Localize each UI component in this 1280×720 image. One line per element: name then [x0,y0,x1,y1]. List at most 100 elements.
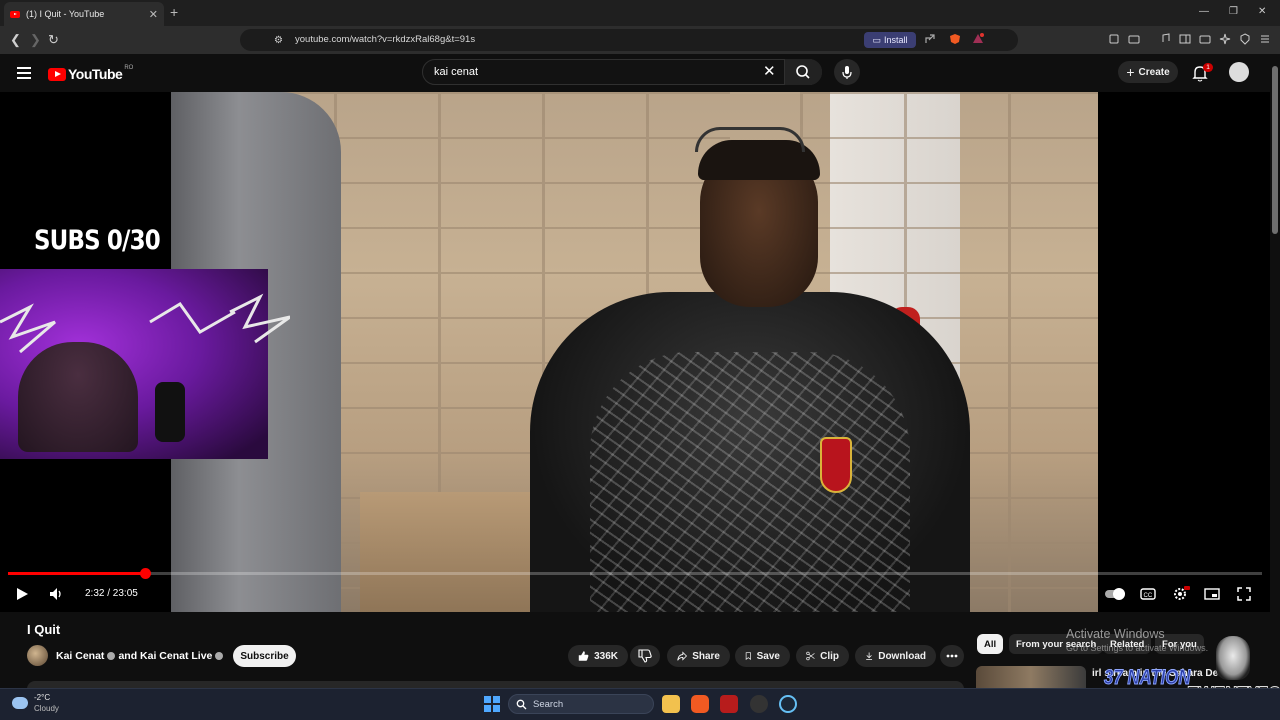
save-label: Save [756,650,780,662]
install-label: Install [884,35,908,45]
site-info-icon[interactable]: ⚙ [274,34,283,47]
nation-logo-watermark: 37 NATION [1104,666,1191,690]
subscribe-button[interactable]: Subscribe [233,645,296,667]
search-input[interactable]: kai cenat [434,66,478,78]
channel-name[interactable]: Kai Cenat [56,650,104,662]
chrome-frame-decoration [0,293,290,354]
miniplayer-icon[interactable] [1204,586,1220,602]
tab-close-icon[interactable]: ✕ [149,8,158,21]
clear-search-icon[interactable]: ✕ [763,64,776,79]
share-page-icon[interactable] [924,33,936,45]
dislike-icon [638,649,652,663]
share-label: Share [692,650,720,662]
obs-icon[interactable] [750,695,768,713]
new-tab-icon[interactable]: + [170,4,178,20]
forward-icon[interactable]: ❯ [30,33,41,46]
related-video-thumbnail[interactable] [976,666,1086,688]
svg-text:CC: CC [1144,593,1153,599]
maximize-icon[interactable]: ❐ [1229,6,1238,17]
like-button[interactable]: 336K [568,645,628,667]
brave-rewards-icon[interactable] [972,33,984,45]
app-icon[interactable] [720,695,738,713]
activate-windows-subtitle: Go to Settings to activate Windows. [1066,643,1209,653]
leo-ai-icon[interactable] [1219,33,1231,45]
browser-menu-icon[interactable] [1259,33,1271,45]
search-button[interactable] [784,59,822,85]
like-icon [578,651,589,661]
captions-icon[interactable]: CC [1140,586,1156,602]
browser-tab[interactable]: (1) I Quit - YouTube ✕ [4,2,164,26]
sunglasses [695,127,805,152]
create-button[interactable]: + Create [1118,61,1178,83]
steam-icon[interactable] [779,695,797,713]
wallet-card-icon[interactable] [1199,33,1211,45]
sidebar-icon[interactable] [1179,33,1191,45]
window-close-icon[interactable]: ✕ [1258,6,1266,17]
file-explorer-icon[interactable] [662,695,680,713]
volume-icon[interactable] [48,586,64,602]
youtube-favicon-icon [10,10,20,18]
verified-icon [215,652,224,660]
search-box[interactable] [422,59,822,85]
clip-button[interactable]: Clip [796,645,849,667]
search-icon [796,65,810,79]
country-code: RO [124,65,134,71]
vpn-icon[interactable] [1239,33,1251,45]
dislike-button[interactable] [630,645,660,667]
taskbar-search-box[interactable] [508,694,654,714]
fullscreen-icon[interactable] [1236,586,1252,602]
url-text[interactable]: youtube.com/watch?v=rkdzxRal68g&t=91s [295,34,475,45]
menu-icon[interactable] [17,67,31,79]
like-count: 336K [594,650,618,662]
channel-names[interactable]: Kai Cenat and Kai Cenat Live [56,650,226,662]
clip-icon [806,651,815,661]
subs-goal-overlay: SUBS 0/30 [34,225,161,256]
media-icon[interactable] [1159,33,1171,45]
download-icon [866,652,873,660]
taskbar-search-placeholder[interactable]: Search [533,699,563,710]
wallet-icon[interactable] [1128,33,1140,45]
brave-shield-icon[interactable] [949,33,961,45]
weather-temperature[interactable]: -2°C [34,693,50,702]
logo-text: YouTube [68,66,123,82]
weather-condition[interactable]: Cloudy [34,704,59,713]
account-avatar[interactable] [1229,62,1249,82]
install-icon: ▭ [872,34,881,45]
notification-badge: 1 [1203,63,1213,72]
share-button[interactable]: Share [667,645,730,667]
boxes [360,492,540,612]
install-button[interactable]: ▭ Install [864,32,916,48]
verified-icon [107,652,116,660]
download-button[interactable]: Download [855,645,936,667]
download-label: Download [878,650,926,662]
clip-label: Clip [820,650,839,662]
reload-icon[interactable]: ↻ [48,33,59,46]
voice-search-button[interactable] [834,59,860,85]
progress-bar[interactable] [8,572,1262,575]
taskbar-search-icon [516,699,527,710]
more-actions-button[interactable] [940,645,964,667]
windows-start-icon[interactable] [484,696,500,712]
more-icon [946,654,958,658]
chip-all[interactable]: All [977,634,1004,654]
video-title: I Quit [27,622,61,637]
page-scrollbar-thumb[interactable] [1272,66,1278,234]
collab-channel[interactable]: and Kai Cenat Live [118,650,212,662]
share-icon [677,651,688,661]
play-icon[interactable] [14,586,30,602]
extensions-icon[interactable] [1108,33,1120,45]
brave-browser-icon[interactable] [691,695,709,713]
video-player[interactable]: SUBS 0/30 [0,92,1270,612]
settings-icon[interactable] [1172,586,1190,602]
youtube-logo[interactable]: YouTube RO [48,65,134,82]
channel-avatar[interactable] [27,645,48,666]
activate-windows-title: Activate Windows [1066,627,1165,641]
cloud-icon[interactable] [12,697,28,709]
minimize-icon[interactable]: — [1199,6,1209,17]
browser-tab-bar: (1) I Quit - YouTube ✕ + — ❐ ✕ [0,0,1280,26]
youtube-play-logo-icon [48,67,66,81]
save-button[interactable]: Save [735,645,790,667]
plus-icon: + [1126,64,1135,80]
back-icon[interactable]: ❮ [10,33,21,46]
autoplay-toggle-icon[interactable] [1104,586,1126,602]
